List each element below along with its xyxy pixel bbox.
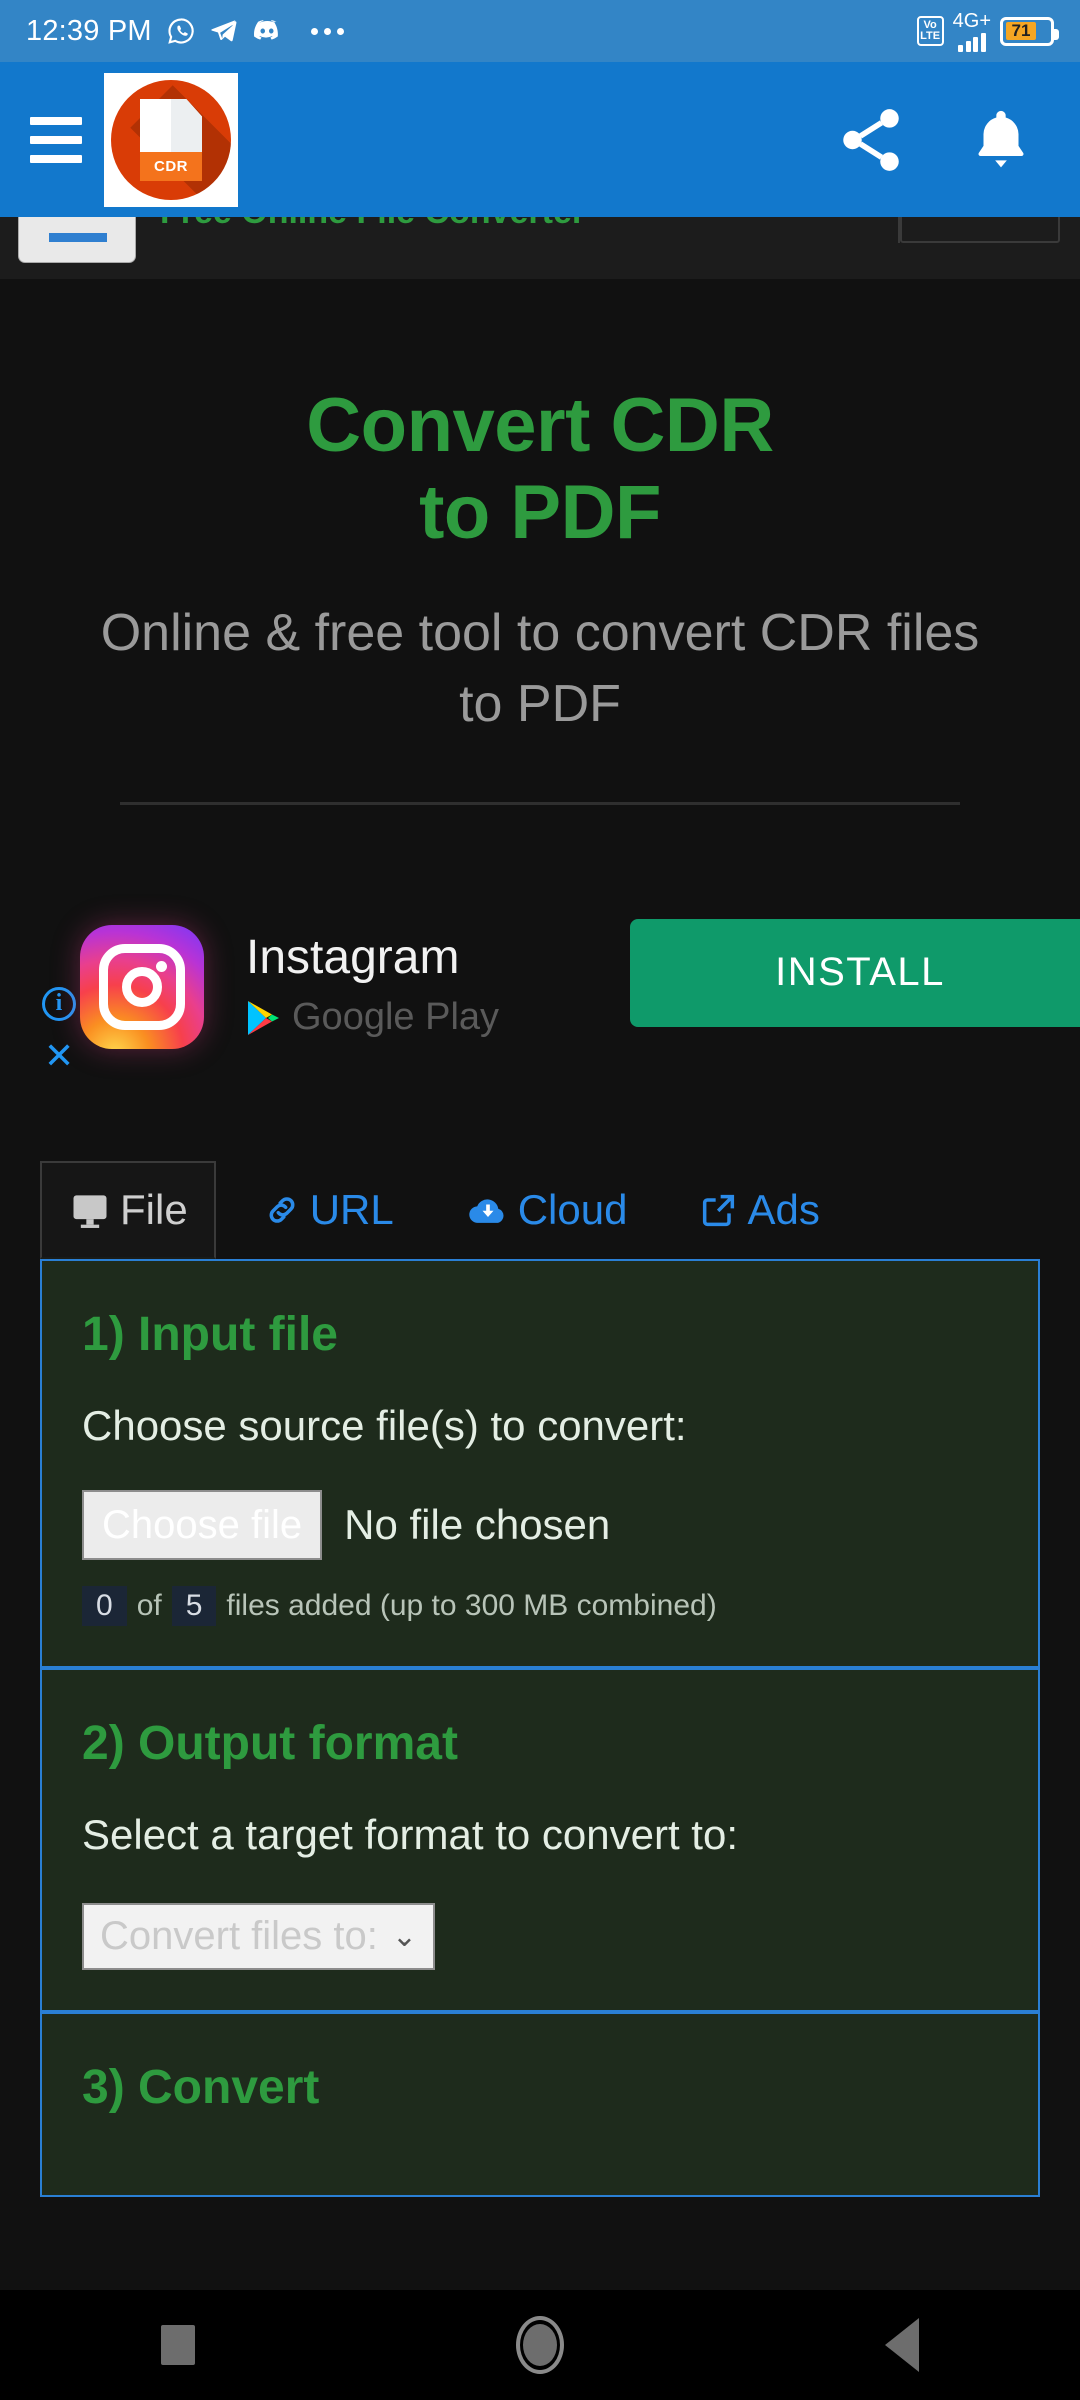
ad-text: Instagram Google Play bbox=[246, 934, 499, 1039]
file-count-of: of bbox=[136, 1588, 162, 1622]
step2-heading: 2) Output format bbox=[82, 1716, 458, 1770]
discord-icon bbox=[253, 20, 278, 40]
android-nav-bar bbox=[0, 2290, 1080, 2400]
step-input-file: 1) Input file Choose source file(s) to c… bbox=[42, 1261, 1038, 1666]
tab-file[interactable]: File bbox=[40, 1160, 216, 1259]
step-output-format: 2) Output format Select a target format … bbox=[42, 1665, 1038, 2010]
page-title-line1: Convert CDR bbox=[306, 383, 774, 468]
app-bar-actions bbox=[834, 103, 1050, 177]
step3-heading: 3) Convert bbox=[82, 2060, 320, 2114]
battery-icon: 71 bbox=[1000, 16, 1059, 46]
home-icon[interactable] bbox=[515, 2316, 564, 2374]
page-content: Convert CDR to PDF Online & free tool to… bbox=[0, 279, 1080, 2197]
format-select-value: Convert files to: bbox=[100, 1913, 378, 1958]
status-bar: 12:39 PM Vo LTE 4G+ 71 bbox=[0, 0, 1080, 62]
step-convert: 3) Convert bbox=[42, 2009, 1038, 2195]
cloud-download-icon bbox=[469, 1199, 504, 1223]
link-icon bbox=[269, 1196, 295, 1223]
tab-url[interactable]: URL bbox=[236, 1161, 420, 1259]
file-input-row: Choose file No file chosen bbox=[82, 1489, 998, 1560]
step1-heading: 1) Input file bbox=[82, 1307, 338, 1361]
telegram-icon bbox=[211, 20, 237, 42]
status-bar-notification-icons bbox=[166, 16, 344, 46]
site-logo[interactable] bbox=[18, 217, 136, 263]
install-button[interactable]: INSTALL bbox=[630, 918, 1080, 1027]
ad-banner[interactable]: i ✕ Instagram Google Play INSTALL bbox=[0, 883, 1080, 1091]
hero-divider bbox=[120, 801, 960, 805]
cdr-logo-label: CDR bbox=[140, 151, 202, 181]
google-play-icon bbox=[246, 999, 280, 1037]
overflow-dots-icon bbox=[310, 27, 344, 35]
tab-ads-label: Ads bbox=[747, 1185, 820, 1233]
file-status-text: No file chosen bbox=[344, 1500, 611, 1548]
step1-label: Choose source file(s) to convert: bbox=[82, 1401, 687, 1449]
external-link-icon bbox=[703, 1194, 735, 1226]
battery-percent: 71 bbox=[1005, 21, 1037, 40]
monitor-icon bbox=[73, 1195, 107, 1228]
bell-icon[interactable] bbox=[966, 105, 1036, 175]
phone-screen: 12:39 PM Vo LTE 4G+ 71 CDR Convert CDR t… bbox=[0, 0, 1080, 2400]
signal-icon: 4G+ bbox=[953, 11, 991, 52]
site-title: Free Online File Converter bbox=[160, 217, 585, 232]
tab-file-label: File bbox=[120, 1185, 188, 1233]
converter-tabs: File URL Cloud Ads bbox=[0, 1160, 1080, 1259]
file-count-suffix: files added (up to 300 MB combined) bbox=[226, 1588, 717, 1622]
tab-cloud-label: Cloud bbox=[517, 1185, 628, 1233]
format-select-wrap: Convert files to: ⌄ bbox=[82, 1902, 436, 1970]
signal-bars bbox=[958, 32, 986, 52]
page-title-line2: to PDF bbox=[419, 469, 661, 555]
file-count-row: 0 of 5 files added (up to 300 MB combine… bbox=[82, 1585, 998, 1626]
volte-icon: Vo LTE bbox=[916, 16, 944, 46]
page-title: Convert CDR to PDF bbox=[100, 383, 980, 556]
tab-url-label: URL bbox=[309, 1185, 394, 1233]
volte-bottom: LTE bbox=[920, 30, 941, 42]
menu-icon[interactable] bbox=[30, 116, 82, 163]
share-icon[interactable] bbox=[834, 103, 908, 177]
file-count-max: 5 bbox=[171, 1585, 217, 1626]
status-bar-system-icons: Vo LTE 4G+ 71 bbox=[916, 11, 1059, 52]
step2-label: Select a target format to convert to: bbox=[82, 1810, 738, 1858]
ad-store-label: Google Play bbox=[292, 996, 500, 1039]
file-count-current: 0 bbox=[82, 1585, 127, 1626]
recents-icon[interactable] bbox=[160, 2325, 195, 2365]
back-icon[interactable] bbox=[885, 2318, 920, 2372]
status-bar-clock: 12:39 PM bbox=[26, 14, 152, 47]
chevron-down-icon: ⌄ bbox=[391, 1919, 418, 1953]
format-select[interactable]: Convert files to: ⌄ bbox=[82, 1902, 436, 1970]
instagram-icon bbox=[80, 924, 204, 1049]
ad-info-icon[interactable]: i bbox=[42, 986, 76, 1021]
hero-section: Convert CDR to PDF Online & free tool to… bbox=[0, 279, 1080, 740]
tab-cloud[interactable]: Cloud bbox=[440, 1161, 654, 1259]
tab-ads[interactable]: Ads bbox=[673, 1161, 845, 1259]
network-label: 4G+ bbox=[952, 9, 991, 32]
choose-file-button[interactable]: Choose file bbox=[82, 1489, 323, 1560]
site-header-button[interactable] bbox=[900, 217, 1060, 243]
cdr-file-icon: CDR bbox=[111, 79, 231, 200]
app-logo: CDR bbox=[104, 72, 238, 207]
whatsapp-icon bbox=[168, 18, 194, 44]
ad-app-name: Instagram bbox=[246, 931, 460, 985]
app-bar: CDR bbox=[0, 62, 1080, 217]
ad-store: Google Play bbox=[246, 996, 499, 1039]
converter-panel: 1) Input file Choose source file(s) to c… bbox=[40, 1258, 1040, 2197]
site-header-strip: Free Online File Converter bbox=[0, 217, 1080, 279]
ad-close-icon[interactable]: ✕ bbox=[44, 1037, 74, 1074]
page-subtitle: Online & free tool to convert CDR files … bbox=[100, 604, 980, 733]
